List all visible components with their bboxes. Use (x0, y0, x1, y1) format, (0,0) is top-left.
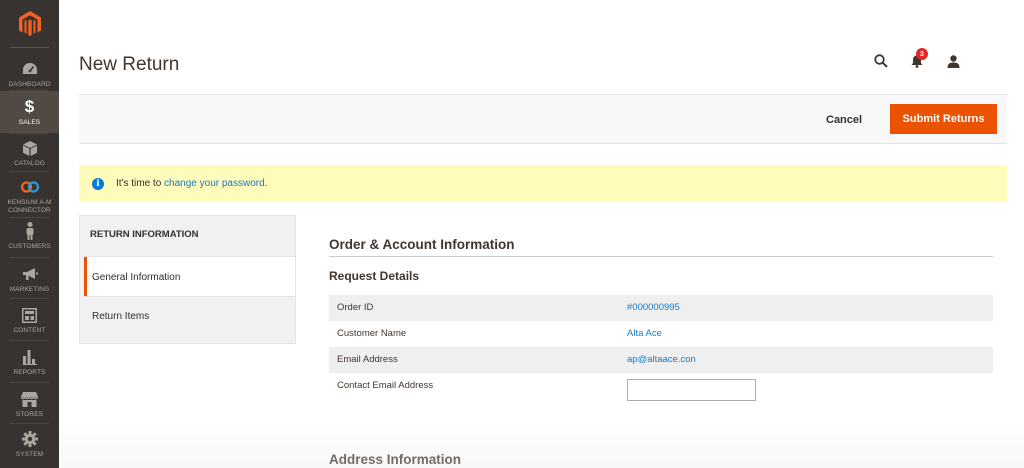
table-row: Order ID #000000995 (329, 295, 993, 321)
sidebar-item-marketing[interactable]: MARKETING (0, 265, 59, 295)
page-title: New Return (79, 54, 180, 75)
sidebar-item-label: KENSIUM A-M CONNECTOR (7, 199, 52, 214)
sidebar-item-label: REPORTS (13, 369, 46, 376)
sidebar-divider (10, 257, 49, 258)
sidebar-item-reports[interactable]: REPORTS (0, 348, 59, 378)
notification-count-badge: 3 (916, 48, 928, 60)
section-title: Order & Account Information (329, 237, 515, 252)
search-icon[interactable] (873, 53, 889, 69)
sidebar-item-label: STORES (15, 411, 44, 418)
submit-returns-button[interactable]: Submit Returns (890, 104, 997, 134)
gear-icon (20, 430, 40, 448)
sidebar-divider (10, 298, 49, 299)
email-address-label: Email Address (337, 354, 398, 365)
page-actions-bar (79, 94, 1007, 144)
logo-divider (10, 47, 49, 48)
magento-logo-icon (18, 11, 41, 36)
sidebar-item-label: CUSTOMERS (8, 243, 51, 250)
person-icon (20, 222, 40, 240)
sidebar-item-system[interactable]: SYSTEM (0, 430, 59, 460)
dollar-icon: $ (24, 97, 35, 116)
sidebar-item-label: SYSTEM (15, 451, 44, 458)
layout-icon (20, 306, 40, 324)
order-id-label: Order ID (337, 302, 374, 313)
address-information-title: Address Information (329, 452, 462, 467)
sidebar-item-kensium-connector[interactable]: KENSIUM A-M CONNECTOR (0, 178, 59, 216)
user-account-icon[interactable] (945, 53, 961, 69)
bottom-fade (59, 420, 1024, 468)
sidebar-divider (10, 171, 49, 172)
change-password-link[interactable]: change your password (164, 178, 265, 189)
notifications-bell-icon[interactable]: 3 (909, 48, 928, 69)
tab-return-items[interactable]: Return Items (84, 296, 295, 336)
cube-icon (20, 140, 40, 157)
sidebar-item-content[interactable]: CONTENT (0, 306, 59, 336)
table-row: Customer Name Alta Ace (329, 321, 993, 347)
megaphone-icon (20, 265, 40, 283)
request-details-title: Request Details (329, 269, 420, 283)
tab-general-information[interactable]: General Information (84, 257, 295, 297)
sidebar-item-label: CONTENT (13, 327, 46, 334)
connector-icon (20, 178, 40, 196)
notice-suffix: . (264, 178, 268, 189)
store-icon (20, 390, 40, 408)
sidebar-divider (10, 382, 49, 383)
sidebar-item-stores[interactable]: STORES (0, 390, 59, 420)
order-id-link[interactable]: #000000995 (627, 302, 680, 313)
sidebar-divider (10, 423, 49, 424)
sidebar-item-label: CATALOG (14, 160, 45, 167)
customer-name-link[interactable]: Alta Ace (627, 328, 662, 339)
info-icon: i (92, 177, 104, 190)
magento-logo[interactable] (0, 0, 59, 48)
email-address-link[interactable]: ap@altaace.con (627, 354, 696, 365)
tabs-title: RETURN INFORMATION (90, 229, 199, 240)
notice-prefix: It's time to (116, 178, 165, 189)
sidebar-item-label: DASHBOARD (8, 81, 51, 88)
bar-chart-icon (20, 348, 40, 366)
contact-email-label: Contact Email Address (337, 380, 434, 391)
customer-name-label: Customer Name (337, 328, 407, 339)
notice-text: It's time to change your password. (116, 178, 267, 189)
sidebar-divider (10, 340, 49, 341)
dashboard-icon (20, 60, 40, 78)
sidebar-item-catalog[interactable]: CATALOG (0, 140, 59, 168)
section-divider (329, 256, 993, 257)
sidebar-item-customers[interactable]: CUSTOMERS (0, 222, 59, 252)
contact-email-input[interactable] (627, 379, 756, 401)
table-row: Email Address ap@altaace.con (329, 347, 993, 373)
cancel-button[interactable]: Cancel (826, 110, 862, 130)
sidebar-item-sales[interactable]: $ SALES (0, 91, 59, 133)
admin-sidebar: DASHBOARD $ SALES CATALOG KENSIUM A-M CO… (0, 0, 59, 468)
sidebar-divider (10, 217, 49, 218)
sidebar-divider (10, 133, 49, 134)
sidebar-item-label: MARKETING (9, 286, 50, 293)
system-notice: i It's time to change your password. (79, 165, 1007, 202)
sidebar-item-label: SALES (18, 119, 41, 126)
sidebar-item-dashboard[interactable]: DASHBOARD (0, 60, 59, 90)
